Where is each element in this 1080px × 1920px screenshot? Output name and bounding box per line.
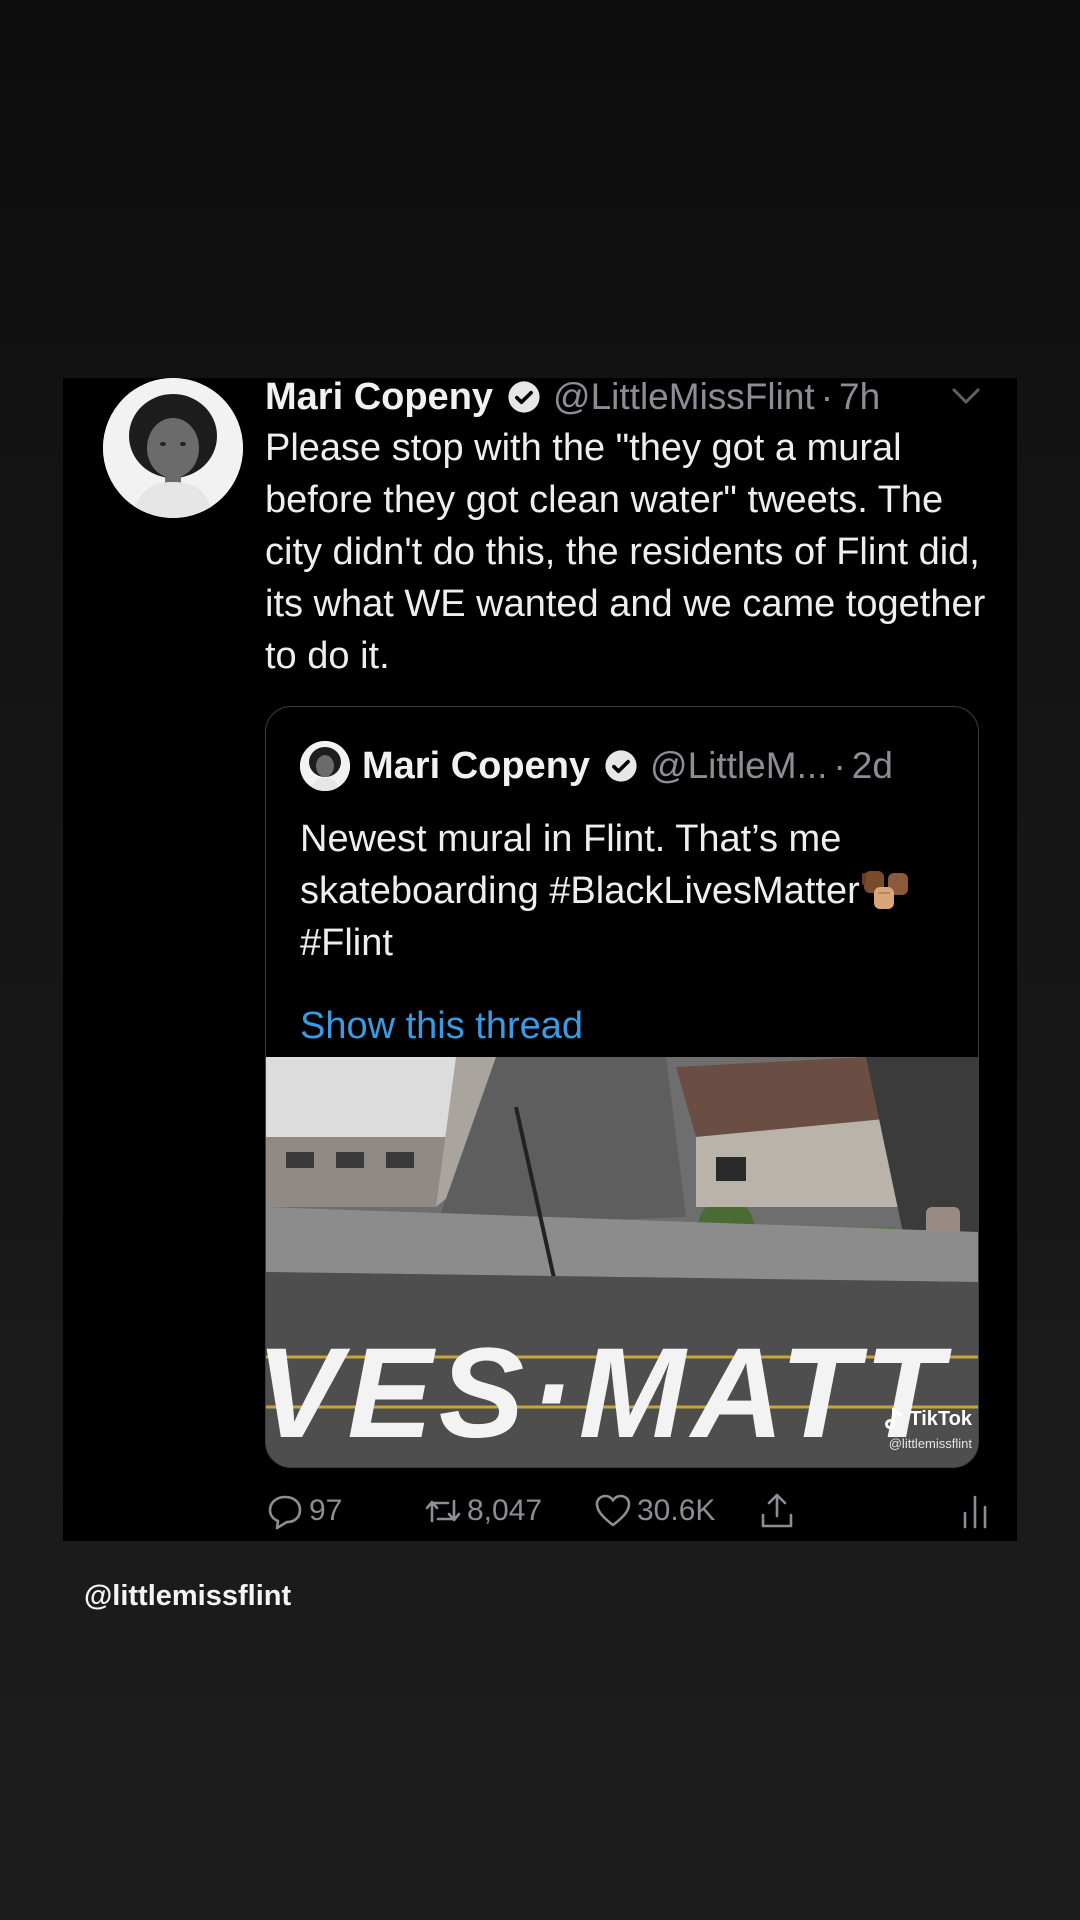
- tweet-card[interactable]: Mari Copeny @LittleMissFlint · 7h Please…: [63, 378, 1017, 1541]
- like-count: 30.6K: [637, 1494, 716, 1527]
- tiktok-username: @littlemissflint: [888, 1436, 972, 1451]
- show-thread-link[interactable]: Show this thread: [300, 1005, 583, 1048]
- retweet-count: 8,047: [467, 1494, 543, 1527]
- quoted-tweet[interactable]: Mari Copeny @LittleM... · 2d Newest mura…: [265, 706, 979, 1468]
- separator-dot: ·: [820, 378, 834, 417]
- raised-fists-emoji: [860, 867, 910, 911]
- reply-action[interactable]: 97: [265, 1486, 342, 1536]
- quoted-text-main: Newest mural in Flint. That’s me skatebo…: [300, 818, 860, 912]
- tweet-timestamp[interactable]: 7h: [839, 378, 880, 418]
- like-icon: [593, 1491, 633, 1531]
- story-caption: @littlemissflint: [84, 1580, 292, 1612]
- quoted-media-video[interactable]: VES·MATT TikTok @littlemissflint: [266, 1057, 978, 1467]
- verified-badge-icon: [507, 380, 541, 414]
- hashtag-flint[interactable]: #Flint: [300, 922, 393, 964]
- share-action[interactable]: [757, 1486, 797, 1536]
- quoted-author-handle[interactable]: @LittleM...: [650, 745, 827, 787]
- author-name[interactable]: Mari Copeny: [265, 378, 493, 419]
- tiktok-logo-icon: [883, 1406, 905, 1432]
- author-avatar[interactable]: [103, 378, 243, 518]
- tweet-header: Mari Copeny @LittleMissFlint · 7h: [265, 378, 985, 422]
- analytics-icon: [955, 1491, 995, 1531]
- author-handle[interactable]: @LittleMissFlint: [553, 378, 815, 418]
- reply-count: 97: [309, 1494, 343, 1527]
- chevron-down-icon[interactable]: [948, 382, 984, 410]
- quoted-author-avatar[interactable]: [300, 741, 350, 791]
- share-icon: [757, 1491, 797, 1531]
- quoted-author-name[interactable]: Mari Copeny: [362, 745, 590, 788]
- tweet-actions-bar: 97 8,047 30.6K: [265, 1486, 1005, 1536]
- retweet-action[interactable]: 8,047: [423, 1486, 542, 1536]
- quoted-tweet-header: Mari Copeny @LittleM... · 2d: [362, 739, 893, 793]
- quoted-tweet-text: Newest mural in Flint. That’s me skatebo…: [300, 813, 950, 969]
- retweet-icon: [423, 1491, 463, 1531]
- like-action[interactable]: 30.6K: [593, 1486, 715, 1536]
- mural-painted-text: VES·MATT: [266, 1322, 953, 1465]
- tiktok-brand: TikTok: [909, 1407, 972, 1430]
- analytics-action[interactable]: [955, 1486, 995, 1536]
- reply-icon: [265, 1491, 305, 1531]
- verified-badge-icon: [604, 749, 638, 783]
- tiktok-watermark: TikTok @littlemissflint: [883, 1406, 972, 1451]
- tweet-text: Please stop with the "they got a mural b…: [265, 427, 986, 677]
- quoted-tweet-timestamp[interactable]: 2d: [852, 745, 893, 787]
- separator-dot: ·: [833, 745, 846, 786]
